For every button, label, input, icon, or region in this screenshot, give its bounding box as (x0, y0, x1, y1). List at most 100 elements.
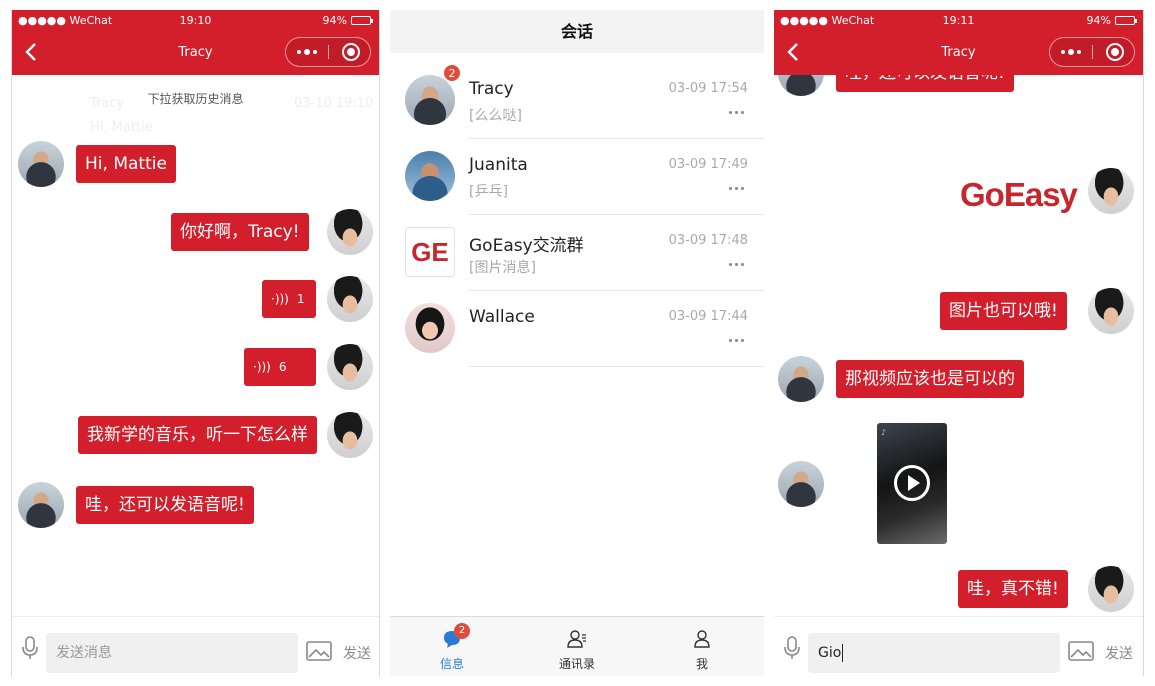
target-icon[interactable] (1106, 43, 1124, 61)
message-bubble-received[interactable]: 那视频应该也是可以的 (836, 360, 1024, 398)
group-logo: GE (405, 227, 455, 277)
tab-profile[interactable]: 我 (640, 617, 764, 676)
more-dots-icon[interactable] (729, 187, 744, 190)
unread-badge: 2 (454, 623, 470, 639)
conversation-item[interactable]: Juanita 03-09 17:49 [乒乓] (390, 139, 764, 215)
tab-label: 我 (695, 657, 708, 671)
tab-contacts[interactable]: 通讯录 (515, 617, 639, 676)
conversation-name: Wallace (469, 307, 535, 327)
status-bar: ●●●●● WeChat 19:11 94% (774, 10, 1143, 31)
avatar[interactable] (778, 356, 824, 402)
more-dots-icon[interactable] (286, 38, 328, 66)
message-bubble-received[interactable]: Hi, Mattie (76, 145, 176, 183)
message-composer: 发送消息 发送 (12, 616, 379, 676)
conversation-preview: [图片消息] (469, 260, 536, 276)
message-input[interactable]: 发送消息 (46, 633, 298, 673)
mini-program-capsule (1049, 37, 1135, 67)
voice-wave-icon: ·))) (253, 360, 271, 374)
conversation-time: 03-09 17:44 (668, 309, 748, 324)
battery-indicator: 94% (322, 14, 373, 27)
conversation-item[interactable]: GE GoEasy交流群 03-09 17:48 [图片消息] (390, 215, 764, 291)
message-input-value: Gio (818, 645, 842, 661)
capsule-divider (328, 45, 329, 59)
conversation-list-screen: 会话 2 Tracy 03-09 17:54 [么么哒] Juanita 03-… (390, 10, 764, 676)
conversation-name: GoEasy交流群 (469, 236, 584, 256)
message-bubble-sent[interactable]: 我新学的音乐，听一下怎么样 (78, 416, 317, 454)
nav-bar: Tracy (12, 31, 379, 75)
avatar (405, 303, 455, 353)
avatar[interactable] (1088, 288, 1134, 334)
status-bar: ●●●●● WeChat 19:10 94% (12, 10, 379, 31)
conversation-time: 03-09 17:54 (668, 81, 748, 96)
tab-bar: 2 信息 通讯录 我 (390, 616, 764, 676)
microphone-icon[interactable] (20, 635, 40, 661)
voice-message-sent[interactable]: ·))) 6 (244, 348, 316, 386)
avatar[interactable] (778, 461, 824, 507)
message-bubble-received[interactable]: 哇，还可以发语音呢! (76, 486, 254, 524)
voice-wave-icon: ·))) (271, 292, 289, 306)
capsule-divider (1092, 45, 1093, 59)
conversation-item[interactable]: 2 Tracy 03-09 17:54 [么么哒] (390, 63, 764, 139)
avatar[interactable] (1088, 168, 1134, 214)
battery-percent: 94% (322, 14, 347, 27)
divider (469, 366, 764, 367)
more-dots-icon[interactable] (729, 111, 744, 114)
message-input[interactable]: Gio (808, 633, 1060, 673)
tab-messages[interactable]: 2 信息 (390, 617, 514, 676)
play-icon[interactable] (894, 465, 930, 501)
text-caret (842, 644, 844, 662)
unread-badge: 2 (443, 64, 461, 82)
video-watermark: ♪ (881, 428, 887, 437)
ghost-conversation-preview: Hi, Mattie (90, 120, 153, 135)
conversation-time: 03-09 17:48 (668, 233, 748, 248)
conversation-item[interactable]: Wallace 03-09 17:44 (390, 291, 764, 367)
contacts-icon (567, 630, 586, 648)
send-button[interactable]: 发送 (343, 643, 371, 663)
conversation-preview: [乒乓] (469, 184, 508, 200)
voice-message-sent[interactable]: ·))) 1 (262, 280, 316, 318)
more-dots-icon[interactable] (1050, 38, 1092, 66)
message-bubble-sent[interactable]: 你好啊，Tracy! (171, 213, 309, 251)
message-bubble-sent[interactable]: 图片也可以哦! (940, 292, 1067, 330)
avatar[interactable] (18, 482, 64, 528)
tab-label: 通讯录 (558, 657, 595, 671)
chat-screen-right: ●●●●● WeChat 19:11 94% Tracy 哇，还可以发语音呢! … (774, 10, 1144, 676)
image-icon[interactable] (306, 641, 332, 661)
more-dots-icon[interactable] (729, 263, 744, 266)
screenshot-root: ●●●●● WeChat 19:10 94% Tracy Tracy Hi, M… (0, 0, 1155, 686)
message-bubble-sent[interactable]: 哇，真不错! (958, 570, 1068, 608)
conversation-name: Tracy (469, 79, 514, 99)
microphone-icon[interactable] (782, 635, 802, 661)
nav-bar-overlay: Tracy (774, 31, 1143, 75)
avatar (405, 151, 455, 201)
send-button[interactable]: 发送 (1105, 643, 1133, 663)
battery-icon (1115, 16, 1137, 25)
voice-duration: 1 (296, 292, 305, 306)
conversation-time: 03-09 17:49 (668, 157, 748, 172)
avatar[interactable] (327, 276, 373, 322)
chat-screen-left: ●●●●● WeChat 19:10 94% Tracy Tracy Hi, M… (11, 10, 380, 676)
tab-label: 信息 (439, 657, 464, 671)
voice-duration: 6 (278, 360, 287, 374)
message-composer: Gio 发送 (774, 616, 1143, 676)
avatar[interactable] (327, 412, 373, 458)
more-dots-icon[interactable] (729, 339, 744, 342)
avatar (405, 75, 455, 125)
avatar[interactable] (327, 209, 373, 255)
image-icon[interactable] (1068, 641, 1094, 661)
conversation-preview: [么么哒] (469, 108, 522, 124)
avatar[interactable] (327, 344, 373, 390)
person-icon (694, 630, 710, 648)
battery-icon (351, 16, 373, 25)
avatar[interactable] (1088, 566, 1134, 612)
history-hint[interactable]: 下拉获取历史消息 (12, 90, 379, 107)
battery-percent: 94% (1086, 14, 1111, 27)
page-title: 会话 (390, 10, 764, 53)
mini-program-capsule (285, 37, 371, 67)
video-message[interactable]: ♪ (877, 423, 947, 544)
battery-indicator: 94% (1086, 14, 1137, 27)
conversation-name: Juanita (469, 155, 528, 175)
avatar[interactable] (18, 141, 64, 187)
image-message-goeasy-logo[interactable]: GoEasy (960, 176, 1078, 214)
target-icon[interactable] (342, 43, 360, 61)
